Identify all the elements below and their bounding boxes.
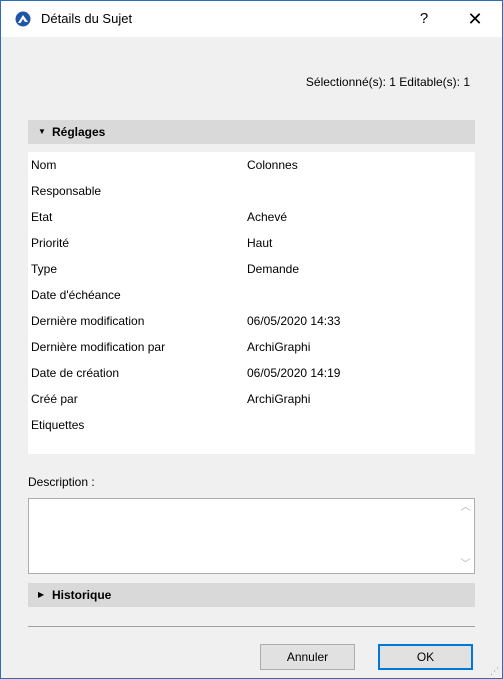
description-label: Description : <box>28 475 95 489</box>
property-label: Date de création <box>31 366 120 380</box>
property-value: 06/05/2020 14:33 <box>247 314 341 328</box>
settings-header-label: Réglages <box>52 125 106 139</box>
help-button[interactable]: ? <box>409 5 439 33</box>
chevron-down-icon[interactable]: ﹀ <box>457 556 474 573</box>
property-row[interactable]: Date d'échéance <box>28 282 475 308</box>
property-label: Dernière modification <box>31 314 145 328</box>
properties-list: Nom Colonnes Responsable Etat Achevé Pri… <box>28 152 475 454</box>
close-button[interactable]: ✕ <box>457 5 493 33</box>
property-row[interactable]: Responsable <box>28 178 475 204</box>
property-label: Etat <box>31 210 53 224</box>
property-label: Responsable <box>31 184 102 198</box>
property-label: Nom <box>31 158 57 172</box>
property-value: Demande <box>247 262 300 276</box>
property-value: ArchiGraphi <box>247 340 311 354</box>
chevron-up-icon[interactable]: ︿ <box>457 499 474 516</box>
property-row[interactable]: Priorité Haut <box>28 230 475 256</box>
property-value: 06/05/2020 14:19 <box>247 366 341 380</box>
property-label: Date d'échéance <box>31 288 121 302</box>
dialog-window: Détails du Sujet ? ✕ Sélectionné(s): 1 E… <box>0 0 503 679</box>
property-value: Colonnes <box>247 158 298 172</box>
property-label: Créé par <box>31 392 78 406</box>
property-value: Achevé <box>247 210 288 224</box>
property-row[interactable]: Date de création 06/05/2020 14:19 <box>28 360 475 386</box>
ok-button[interactable]: OK <box>378 644 473 670</box>
resize-grip-icon[interactable]: ⋰ <box>490 666 500 676</box>
property-row[interactable]: Dernière modification 06/05/2020 14:33 <box>28 308 475 334</box>
property-row[interactable]: Dernière modification par ArchiGraphi <box>28 334 475 360</box>
description-scrollbar[interactable]: ︿ ﹀ <box>457 499 474 573</box>
history-panel-header[interactable]: ▶ Historique <box>28 583 475 607</box>
title-bar: Détails du Sujet ? ✕ <box>1 1 502 37</box>
property-row[interactable]: Etat Achevé <box>28 204 475 230</box>
history-header-label: Historique <box>52 588 112 602</box>
settings-panel-header[interactable]: ▼ Réglages <box>28 120 475 144</box>
description-field[interactable]: ︿ ﹀ <box>28 498 475 574</box>
divider <box>28 626 475 627</box>
property-row[interactable]: Type Demande <box>28 256 475 282</box>
property-value: Haut <box>247 236 273 250</box>
property-label: Priorité <box>31 236 70 250</box>
property-row[interactable]: Nom Colonnes <box>28 152 475 178</box>
property-label: Dernière modification par <box>31 340 166 354</box>
selection-status: Sélectionné(s): 1 Editable(s): 1 <box>305 75 470 89</box>
property-row[interactable]: Créé par ArchiGraphi <box>28 386 475 412</box>
window-title: Détails du Sujet <box>41 11 133 26</box>
archicad-app-icon <box>15 11 31 27</box>
property-label: Type <box>31 262 58 276</box>
property-value: ArchiGraphi <box>247 392 311 406</box>
triangle-right-icon: ▶ <box>38 590 45 599</box>
property-row[interactable]: Etiquettes <box>28 412 475 438</box>
property-label: Etiquettes <box>31 418 85 432</box>
triangle-down-icon: ▼ <box>38 127 46 136</box>
cancel-button[interactable]: Annuler <box>260 644 355 670</box>
